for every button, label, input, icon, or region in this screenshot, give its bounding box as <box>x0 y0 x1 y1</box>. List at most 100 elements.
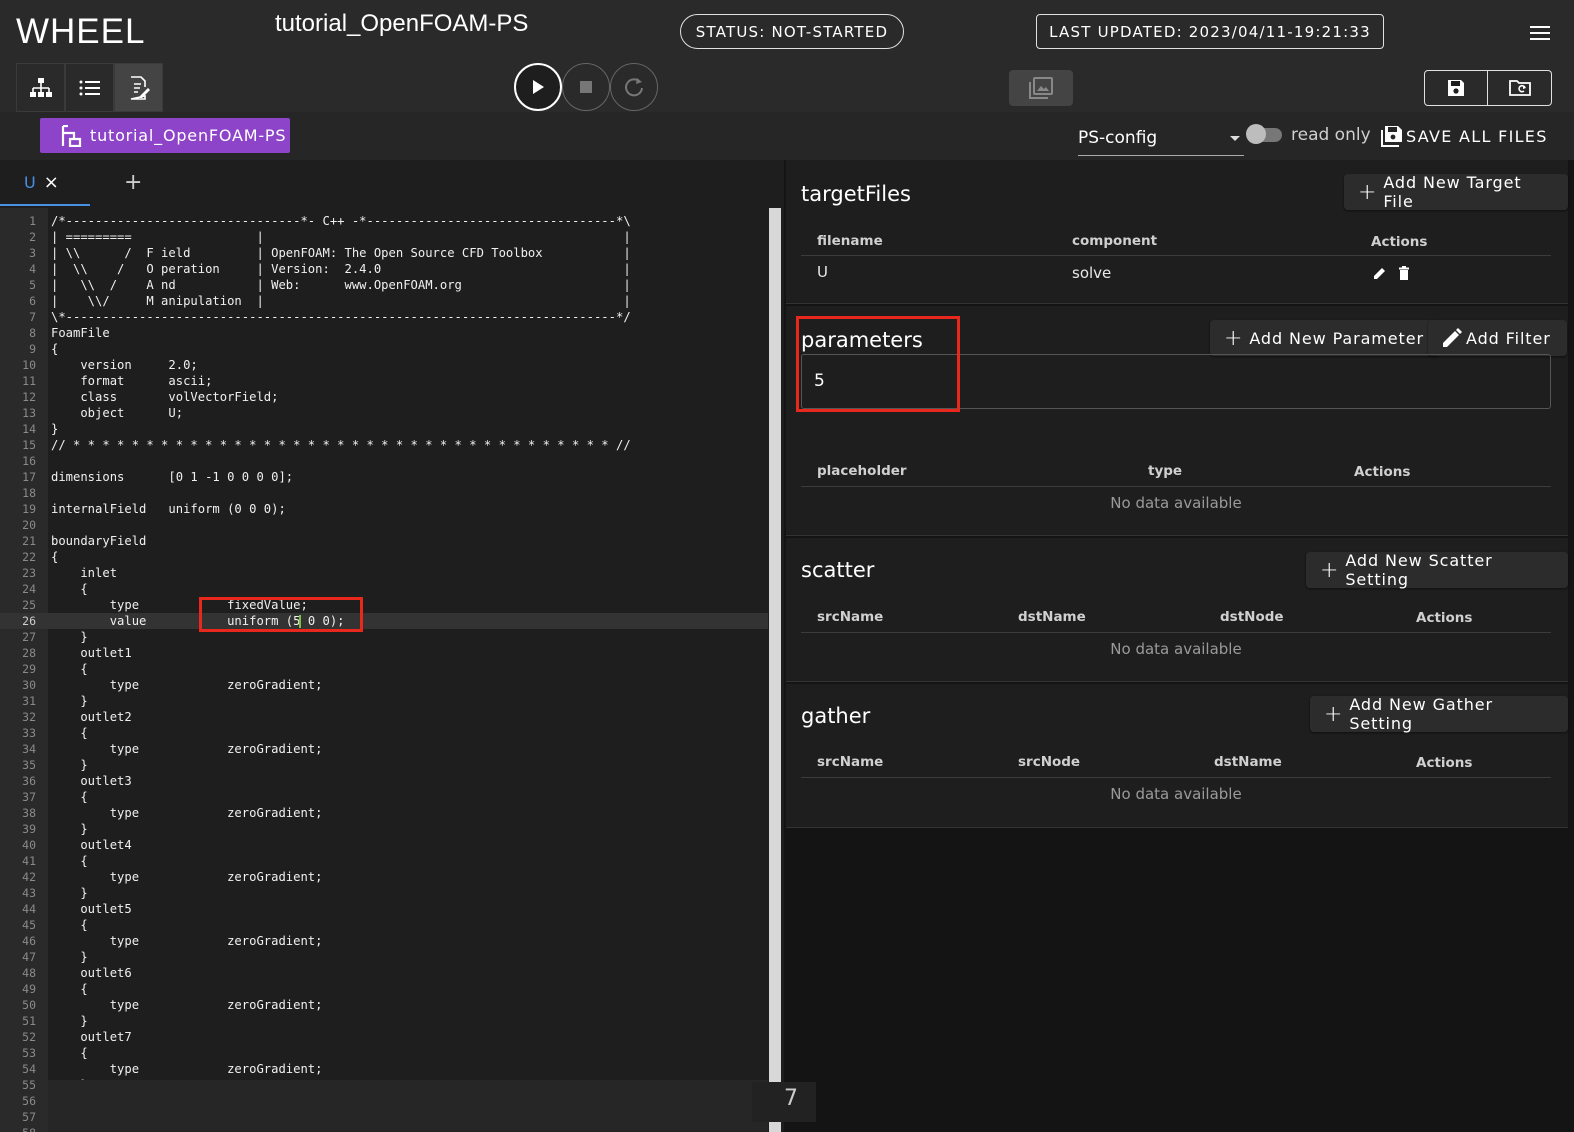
code-line[interactable]: 49 { <box>0 981 768 997</box>
code-line[interactable]: 39 } <box>0 821 768 837</box>
code-line[interactable]: 31 } <box>0 693 768 709</box>
graph-view-tab[interactable] <box>16 63 65 112</box>
add-filter-button[interactable]: Add Filter <box>1428 320 1567 356</box>
code-line[interactable]: 12 class volVectorField; <box>0 389 768 405</box>
code-line[interactable]: 26 value uniform (5 0 0); <box>0 613 768 629</box>
line-number: 14 <box>22 422 36 436</box>
add-gather-button[interactable]: + Add New Gather Setting <box>1310 695 1568 733</box>
code-line[interactable]: 53 { <box>0 1045 768 1061</box>
save-project-button[interactable] <box>1424 70 1488 106</box>
code-line[interactable]: 20 <box>0 517 768 533</box>
code-line[interactable]: 32 outlet2 <box>0 709 768 725</box>
add-scatter-button[interactable]: + Add New Scatter Setting <box>1306 551 1568 589</box>
filename-cell: U <box>817 263 828 281</box>
code-line[interactable]: 24 { <box>0 581 768 597</box>
code-line[interactable]: 34 type zeroGradient; <box>0 741 768 757</box>
hamburger-menu-icon[interactable] <box>1528 22 1552 42</box>
save-all-label: SAVE ALL FILES <box>1406 126 1548 146</box>
code-line[interactable]: 16 <box>0 453 768 469</box>
code-line[interactable]: 29 { <box>0 661 768 677</box>
code-line[interactable]: 47 } <box>0 949 768 965</box>
line-number: 7 <box>29 310 36 324</box>
line-number: 48 <box>22 966 36 980</box>
list-view-tab[interactable] <box>65 63 114 112</box>
parameter-values-field[interactable]: 5 <box>801 354 1551 409</box>
code-line[interactable]: 37 { <box>0 789 768 805</box>
code-line[interactable]: 27 } <box>0 629 768 645</box>
line-number: 32 <box>22 710 36 724</box>
line-number: 26 <box>22 614 36 628</box>
close-icon[interactable]: × <box>44 172 59 193</box>
code-line[interactable]: 21 boundaryField <box>0 533 768 549</box>
code-text: inlet <box>51 566 118 580</box>
code-line[interactable]: 10 version 2.0; <box>0 357 768 373</box>
reset-button[interactable] <box>610 63 658 111</box>
code-line[interactable]: 40 outlet4 <box>0 837 768 853</box>
save-all-files-button[interactable]: SAVE ALL FILES <box>1380 123 1548 149</box>
code-line[interactable]: 54 type zeroGradient; <box>0 1061 768 1077</box>
code-line[interactable]: 44 outlet5 <box>0 901 768 917</box>
file-tab-u[interactable]: U × <box>0 160 90 206</box>
add-parameter-button[interactable]: + Add New Parameter <box>1210 320 1440 356</box>
floating-tab[interactable]: 7 <box>752 1082 816 1122</box>
component-breadcrumb[interactable]: tutorial_OpenFOAM-PS <box>40 118 290 153</box>
code-line[interactable]: 23 inlet <box>0 565 768 581</box>
code-line[interactable]: 45 { <box>0 917 768 933</box>
code-line[interactable]: 48 outlet6 <box>0 965 768 981</box>
code-line[interactable]: 9{ <box>0 341 768 357</box>
editor-view-tab[interactable] <box>114 63 163 112</box>
code-line[interactable]: 5 | \\ / A nd | Web: www.OpenFOAM.org | <box>0 277 768 293</box>
code-line[interactable]: 22 { <box>0 549 768 565</box>
code-line[interactable]: 2 | ========= | | <box>0 229 768 245</box>
app-title: WHEEL <box>16 12 146 51</box>
code-line[interactable]: 43 } <box>0 885 768 901</box>
code-line[interactable]: 1 /*--------------------------------*- C+… <box>0 213 768 229</box>
result-files-button[interactable] <box>1009 70 1073 106</box>
add-target-file-button[interactable]: + Add New Target File <box>1344 173 1568 211</box>
code-line[interactable]: 50 type zeroGradient; <box>0 997 768 1013</box>
code-line[interactable]: 38 type zeroGradient; <box>0 805 768 821</box>
code-line[interactable]: 4 | \\ / O peration | Version: 2.4.0 | <box>0 261 768 277</box>
code-line[interactable]: 17 dimensions [0 1 -1 0 0 0 0]; <box>0 469 768 485</box>
pencil-icon[interactable] <box>1373 266 1387 280</box>
code-line[interactable]: 28 outlet1 <box>0 645 768 661</box>
code-line[interactable]: 30 type zeroGradient; <box>0 677 768 693</box>
code-line[interactable]: 46 type zeroGradient; <box>0 933 768 949</box>
revert-project-button[interactable] <box>1488 70 1552 106</box>
code-line[interactable]: 19 internalField uniform (0 0 0); <box>0 501 768 517</box>
code-line[interactable]: 25 type fixedValue; <box>0 597 768 613</box>
code-line[interactable]: 14} <box>0 421 768 437</box>
code-editor[interactable]: 1 /*--------------------------------*- C+… <box>0 208 768 1132</box>
code-line[interactable]: 41 { <box>0 853 768 869</box>
code-line[interactable]: 13 object U; <box>0 405 768 421</box>
read-only-toggle[interactable] <box>1246 124 1284 144</box>
last-updated-badge: LAST UPDATED: 2023/04/11-19:21:33 <box>1036 14 1384 49</box>
dropdown-caret-icon <box>1230 136 1240 141</box>
code-line[interactable]: 8 FoamFile <box>0 325 768 341</box>
app-header: WHEEL tutorial_OpenFOAM-PS STATUS: NOT-S… <box>0 0 1574 112</box>
code-line[interactable]: 3 | \\ / F ield | OpenFOAM: The Open Sour… <box>0 245 768 261</box>
add-tab-icon[interactable]: + <box>124 170 142 195</box>
code-line[interactable]: 35 } <box>0 757 768 773</box>
stop-button[interactable] <box>562 63 610 111</box>
code-line[interactable]: 36 outlet3 <box>0 773 768 789</box>
line-number: 41 <box>22 854 36 868</box>
code-line[interactable]: 11 format ascii; <box>0 373 768 389</box>
code-text: /*--------------------------------*- C++… <box>51 214 631 228</box>
code-line[interactable]: 52 outlet7 <box>0 1029 768 1045</box>
line-number: 5 <box>29 278 36 292</box>
code-line[interactable]: 7 \*-------------------------------------… <box>0 309 768 325</box>
trash-icon[interactable] <box>1398 266 1410 280</box>
code-line[interactable]: 18 <box>0 485 768 501</box>
code-line[interactable]: 51 } <box>0 1013 768 1029</box>
editor-scrollbar[interactable] <box>769 208 781 1132</box>
ps-config-select[interactable]: PS-config <box>1078 126 1244 156</box>
code-line[interactable]: 15 // * * * * * * * * * * * * * * * * * *… <box>0 437 768 453</box>
code-text: } <box>51 630 88 644</box>
save-controls <box>1424 70 1552 106</box>
code-line[interactable]: 6 | \\/ M anipulation | | <box>0 293 768 309</box>
run-button[interactable] <box>514 63 562 111</box>
project-name: tutorial_OpenFOAM-PS <box>275 10 529 37</box>
code-line[interactable]: 33 { <box>0 725 768 741</box>
code-line[interactable]: 42 type zeroGradient; <box>0 869 768 885</box>
